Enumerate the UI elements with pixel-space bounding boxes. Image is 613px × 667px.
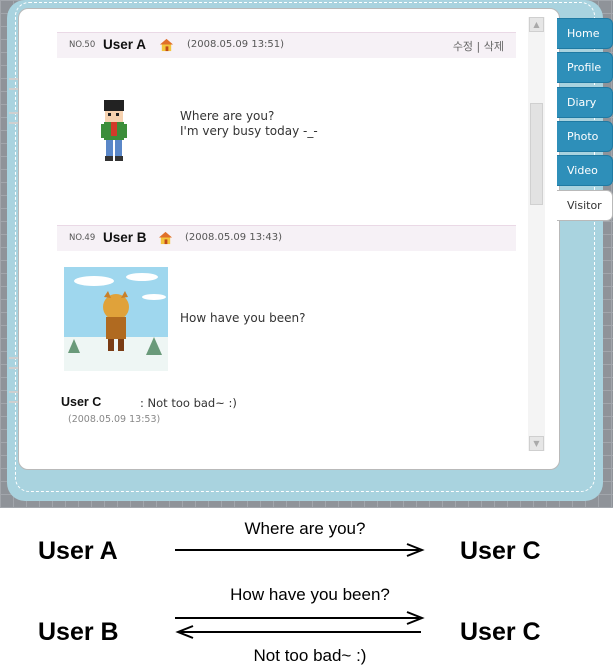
post-author[interactable]: User A	[103, 37, 146, 52]
scroll-down-arrow-icon[interactable]: ▼	[529, 436, 544, 451]
post-author[interactable]: User B	[103, 230, 147, 245]
home-icon[interactable]	[159, 37, 174, 52]
tab-home[interactable]: Home	[557, 18, 613, 49]
edit-delete-links[interactable]: 수정 | 삭제	[453, 38, 504, 54]
tab-photo[interactable]: Photo	[557, 121, 613, 152]
diagram-receiver-c: User C	[460, 537, 541, 565]
avatar-user-a	[101, 100, 127, 161]
scrollbar[interactable]: ▲ ▼	[528, 17, 545, 451]
reply-text: : Not too bad~ :)	[140, 396, 237, 410]
home-icon[interactable]	[158, 230, 173, 245]
scroll-up-arrow-icon[interactable]: ▲	[529, 17, 544, 32]
reply-date: (2008.05.09 13:53)	[68, 414, 161, 425]
arrow-right-icon	[175, 543, 425, 557]
post-number: NO.49	[69, 233, 96, 243]
minihompy-screenshot: Home Profile Diary Photo Video Visitor ▲…	[0, 0, 613, 508]
post-number: NO.50	[69, 40, 96, 50]
post-header: NO.50 User A (2008.05.09 13:51) 수정 | 삭제	[57, 32, 516, 58]
photo-thumbnail[interactable]	[64, 267, 168, 371]
tab-profile[interactable]: Profile	[557, 52, 613, 83]
diagram-label-3: Not too bad~ :)	[253, 646, 367, 665]
scroll-thumb[interactable]	[530, 103, 543, 205]
post-date: (2008.05.09 13:51)	[187, 39, 285, 50]
post-message: How have you been?	[180, 311, 306, 325]
post-header: NO.49 User B (2008.05.09 13:43)	[57, 225, 516, 251]
post-date: (2008.05.09 13:43)	[185, 232, 283, 243]
tab-video[interactable]: Video	[557, 155, 613, 186]
arrow-bidirectional-icon	[175, 611, 425, 639]
reply-author[interactable]: User C	[61, 395, 101, 409]
diagram-label-2: How have you been?	[230, 585, 390, 604]
post-message: Where are you? I'm very busy today -_-	[180, 109, 318, 138]
tab-diary[interactable]: Diary	[557, 87, 613, 118]
diagram-sender-a: User A	[38, 537, 118, 565]
diagram-sender-b: User B	[38, 618, 119, 646]
tab-visitor[interactable]: Visitor	[557, 190, 613, 221]
diagram-receiver-c: User C	[460, 618, 541, 646]
diagram-label-1: Where are you?	[244, 519, 366, 538]
